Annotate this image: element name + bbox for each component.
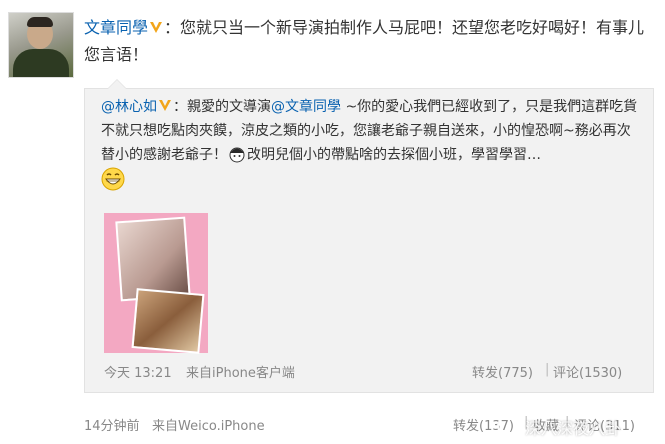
repost-mention-link[interactable]: @文章同學 (271, 99, 341, 115)
verified-v-badge-icon (150, 22, 163, 33)
post-text: ：您就只当一个新导演拍制作人马屁吧！还望您老吃好喝好！有事儿您言语！ (84, 18, 645, 64)
repost-author-link[interactable]: @林心如 (101, 99, 157, 115)
post-author-link[interactable]: 文章同學 (84, 18, 148, 37)
repost-comment-link[interactable]: 评论(1530) (553, 362, 622, 381)
repost-photo-thumbnail[interactable] (104, 213, 208, 354)
repost-text: @林心如 ：親愛的文導演@文章同學 ~你的愛心我們已經收到了，只是我們這群吃貨不就… (101, 95, 641, 195)
repost-source: 来自iPhone客户端 (186, 366, 295, 381)
repost-arrow (107, 79, 127, 89)
repost-time-link[interactable]: 今天 13:21 (104, 362, 172, 381)
divider: | (545, 362, 550, 377)
repost-text-part: 改明兒個小的帶點啥的去探個小班，學習學習… (247, 147, 541, 163)
watermark-text: 深八深夜八卦 (525, 419, 622, 438)
verified-v-badge-icon (159, 100, 171, 111)
post-time-link[interactable]: 14分钟前 (84, 415, 140, 434)
repost-text-part: ：親愛的文導演 (173, 99, 271, 115)
repost-forward-link[interactable]: 转发(775) (472, 362, 533, 381)
post-source: 来自Weico.iPhone (152, 419, 265, 434)
avatar[interactable] (8, 12, 74, 78)
watermark: 深八深夜八卦 (497, 410, 665, 444)
cartoon-face-icon (229, 147, 245, 163)
grin-emoji-icon (101, 167, 125, 191)
wechat-logo-icon (497, 415, 523, 437)
weibo-post: 文章同學 ：您就只当一个新导演拍制作人马屁吧！还望您老吃好喝好！有事儿您言语！ (84, 14, 654, 68)
